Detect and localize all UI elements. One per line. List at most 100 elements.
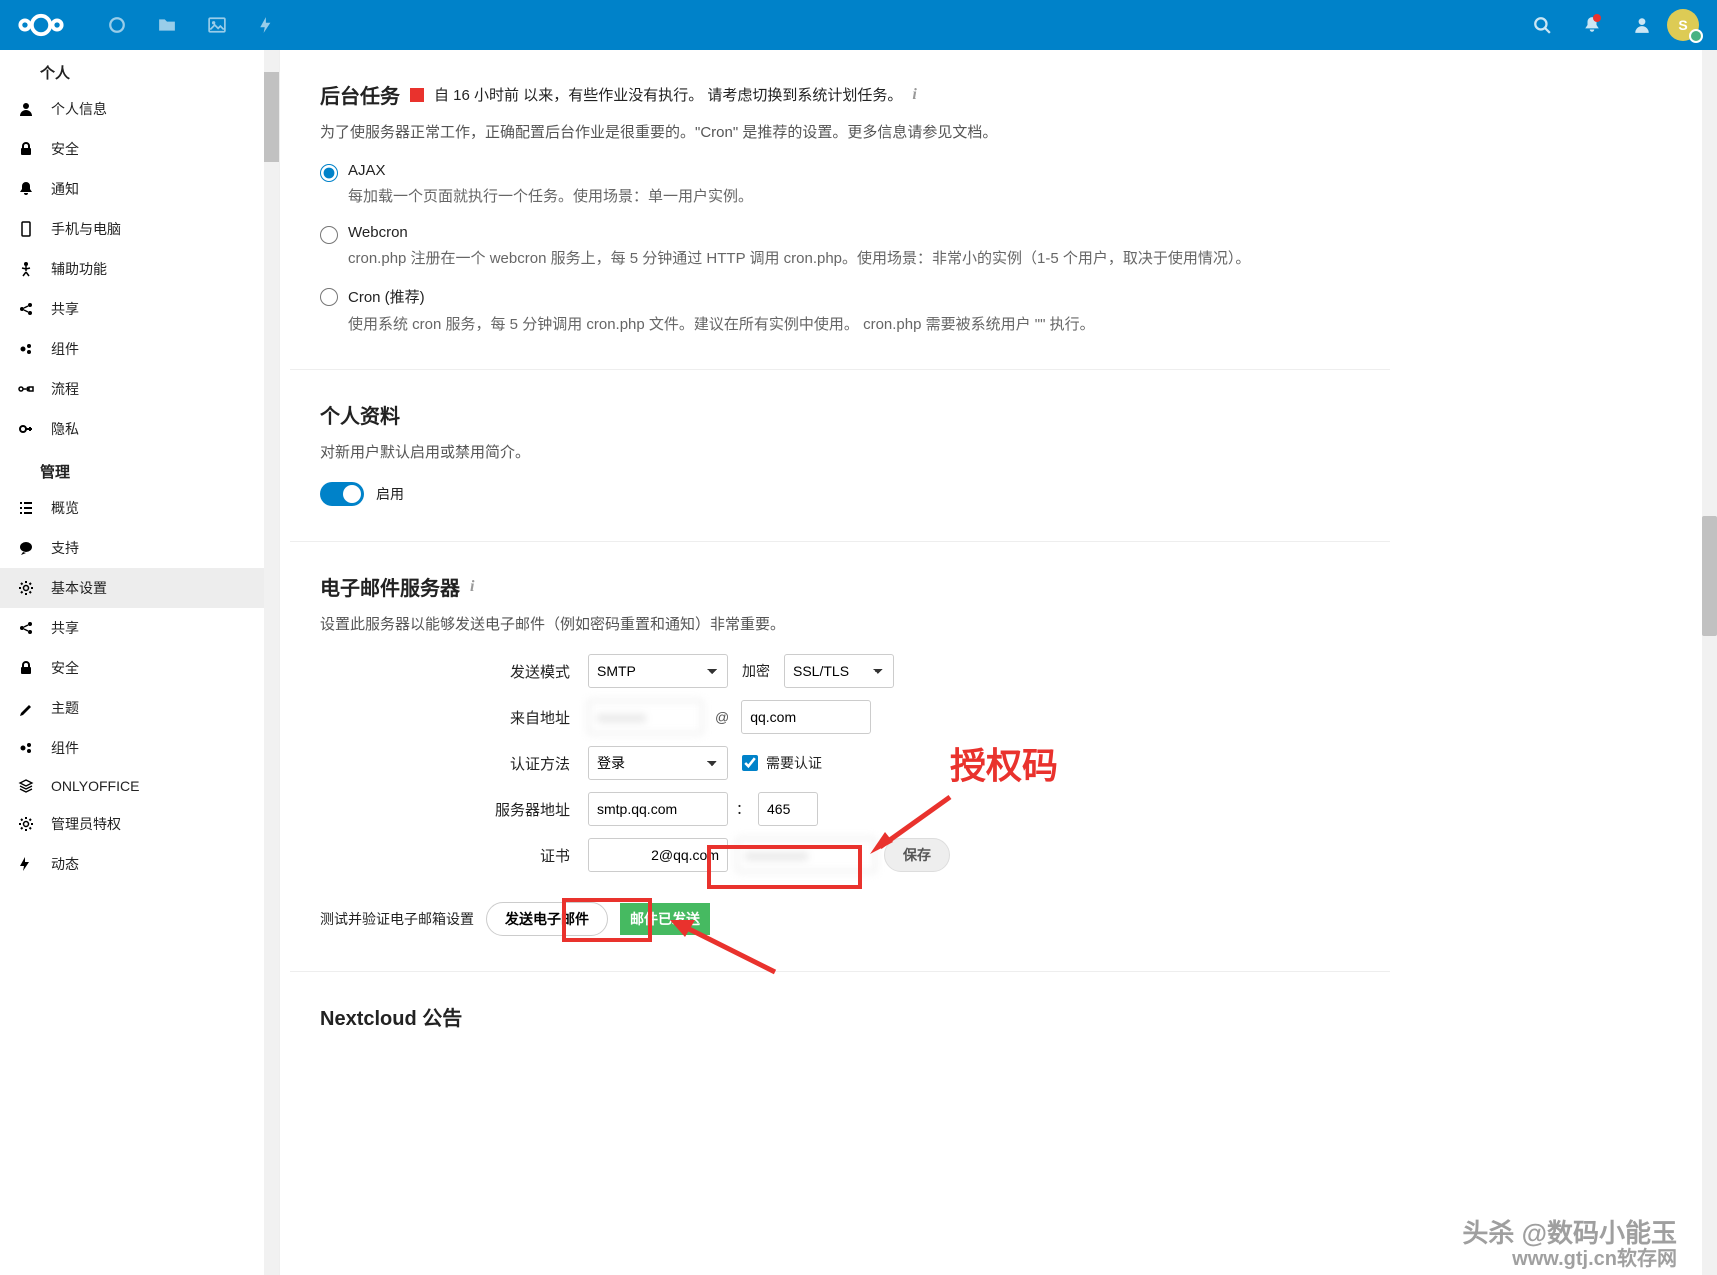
- sidebar-item-basic-settings[interactable]: 基本设置: [0, 568, 279, 608]
- sidebar-item-overview[interactable]: 概览: [0, 488, 279, 528]
- radio-desc: cron.php 注册在一个 webcron 服务上，每 5 分钟通过 HTTP…: [348, 247, 1250, 268]
- sidebar-item-label: ONLYOFFICE: [51, 778, 139, 794]
- sidebar-item-label: 隐私: [51, 419, 79, 439]
- encrypt-select[interactable]: SSL/TLS: [784, 654, 894, 688]
- activity-icon: [15, 856, 37, 872]
- status-indicator-icon: [410, 88, 424, 102]
- sidebar-item-security[interactable]: 安全: [0, 129, 279, 169]
- auth-required-checkbox[interactable]: [742, 755, 758, 771]
- section-email-server: 电子邮件服务器 i 设置此服务器以能够发送电子邮件（例如密码重置和通知）非常重要…: [290, 542, 1390, 972]
- contacts-icon[interactable]: [1617, 0, 1667, 50]
- encrypt-label: 加密: [736, 661, 776, 681]
- sidebar-item-label: 辅助功能: [51, 259, 107, 279]
- layers-icon: [15, 778, 37, 794]
- radio-cron[interactable]: [320, 288, 338, 306]
- accessibility-icon: [15, 261, 37, 277]
- sidebar-item-onlyoffice[interactable]: ONLYOFFICE: [0, 768, 279, 804]
- server-label: 服务器地址: [320, 799, 580, 820]
- sidebar-item-accessibility[interactable]: 辅助功能: [0, 249, 279, 289]
- sidebar-item-label: 安全: [51, 139, 79, 159]
- page-scrollbar[interactable]: [1702, 50, 1717, 1275]
- email-desc: 设置此服务器以能够发送电子邮件（例如密码重置和通知）非常重要。: [320, 613, 1360, 634]
- photos-app-icon[interactable]: [192, 0, 242, 50]
- sidebar-section-personal: 个人: [0, 50, 279, 89]
- sidebar-section-admin: 管理: [0, 449, 279, 488]
- auth-required-label: 需要认证: [766, 753, 822, 773]
- profile-enable-toggle[interactable]: [320, 482, 364, 506]
- cron-option-cron[interactable]: Cron (推荐) 使用系统 cron 服务，每 5 分钟调用 cron.php …: [320, 286, 1360, 334]
- sidebar-item-label: 安全: [51, 658, 79, 678]
- sidebar-item-support[interactable]: 支持: [0, 528, 279, 568]
- sidebar-item-label: 共享: [51, 618, 79, 638]
- sidebar-item-admin-sharing[interactable]: 共享: [0, 608, 279, 648]
- cert-password-input[interactable]: [736, 838, 876, 872]
- sidebar-item-activity[interactable]: 动态: [0, 844, 279, 884]
- sidebar-item-privacy[interactable]: 隐私: [0, 409, 279, 449]
- info-icon[interactable]: i: [470, 578, 474, 596]
- sidebar-item-notifications[interactable]: 通知: [0, 169, 279, 209]
- puzzle-icon: [15, 740, 37, 756]
- send-test-email-button[interactable]: 发送电子邮件: [486, 902, 608, 936]
- sidebar-item-admin-security[interactable]: 安全: [0, 648, 279, 688]
- sidebar-item-flow[interactable]: 流程: [0, 369, 279, 409]
- from-domain-input[interactable]: [741, 700, 871, 734]
- from-label: 来自地址: [320, 707, 580, 728]
- email-title: 电子邮件服务器 i: [320, 572, 1360, 601]
- info-icon[interactable]: i: [912, 86, 916, 104]
- server-address-input[interactable]: [588, 792, 728, 826]
- settings-sidebar: 个人 个人信息 安全 通知 手机与电脑 辅助功能 共享 组件 流程 隐私 管理 …: [0, 50, 280, 1275]
- section-announcements: Nextcloud 公告: [290, 972, 1390, 1078]
- sidebar-item-personal-info[interactable]: 个人信息: [0, 89, 279, 129]
- lock-icon: [15, 141, 37, 157]
- files-app-icon[interactable]: [142, 0, 192, 50]
- lock-icon: [15, 660, 37, 676]
- auth-method-select[interactable]: 登录: [588, 746, 728, 780]
- sidebar-item-admin-groupware[interactable]: 组件: [0, 728, 279, 768]
- phone-icon: [15, 221, 37, 237]
- main-content: 后台任务 自 16 小时前 以来，有些作业没有执行。 请考虑切换到系统计划任务。…: [290, 50, 1717, 1275]
- dashboard-app-icon[interactable]: [92, 0, 142, 50]
- save-button[interactable]: 保存: [884, 838, 950, 872]
- radio-webcron[interactable]: [320, 226, 338, 244]
- sidebar-item-label: 基本设置: [51, 578, 107, 598]
- sidebar-item-admin-privileges[interactable]: 管理员特权: [0, 804, 279, 844]
- sidebar-item-theming[interactable]: 主题: [0, 688, 279, 728]
- server-port-input[interactable]: [758, 792, 818, 826]
- radio-desc: 使用系统 cron 服务，每 5 分钟调用 cron.php 文件。建议在所有实…: [348, 313, 1095, 334]
- section-background-tasks: 后台任务 自 16 小时前 以来，有些作业没有执行。 请考虑切换到系统计划任务。…: [290, 50, 1390, 370]
- key-icon: [15, 421, 37, 437]
- sidebar-item-sharing[interactable]: 共享: [0, 289, 279, 329]
- test-label: 测试并验证电子邮箱设置: [320, 909, 474, 929]
- toggle-label: 启用: [376, 484, 404, 504]
- at-sign: @: [711, 709, 733, 725]
- sidebar-scrollbar[interactable]: [264, 50, 279, 1275]
- from-user-input[interactable]: [588, 700, 703, 734]
- list-icon: [15, 500, 37, 516]
- section-profile: 个人资料 对新用户默认启用或禁用简介。 启用: [290, 370, 1390, 542]
- cron-option-webcron[interactable]: Webcroncron.php 注册在一个 webcron 服务上，每 5 分钟…: [320, 224, 1360, 268]
- sidebar-item-label: 概览: [51, 498, 79, 518]
- radio-ajax[interactable]: [320, 164, 338, 182]
- test-result-badge: 邮件已发送: [620, 903, 710, 935]
- send-mode-label: 发送模式: [320, 661, 580, 682]
- user-avatar[interactable]: S: [1667, 9, 1699, 41]
- send-mode-select[interactable]: SMTP: [588, 654, 728, 688]
- sidebar-item-groupware[interactable]: 组件: [0, 329, 279, 369]
- bg-tasks-title: 后台任务 自 16 小时前 以来，有些作业没有执行。 请考虑切换到系统计划任务。…: [320, 80, 1360, 109]
- activity-app-icon[interactable]: [242, 0, 292, 50]
- sidebar-item-mobile[interactable]: 手机与电脑: [0, 209, 279, 249]
- port-separator: ：: [736, 799, 750, 819]
- share-icon: [15, 301, 37, 317]
- annotation-label-authcode: 授权码: [950, 737, 1058, 789]
- logo[interactable]: [10, 10, 72, 40]
- gear-icon: [15, 580, 37, 596]
- brush-icon: [15, 700, 37, 716]
- cert-user-input[interactable]: [588, 838, 728, 872]
- cron-option-ajax[interactable]: AJAX每加载一个页面就执行一个任务。使用场景：单一用户实例。: [320, 162, 1360, 206]
- puzzle-icon: [15, 341, 37, 357]
- auth-label: 认证方法: [320, 753, 580, 774]
- notifications-icon[interactable]: [1567, 0, 1617, 50]
- search-icon[interactable]: [1517, 0, 1567, 50]
- radio-label: Cron (推荐): [348, 286, 1095, 307]
- sidebar-item-label: 个人信息: [51, 99, 107, 119]
